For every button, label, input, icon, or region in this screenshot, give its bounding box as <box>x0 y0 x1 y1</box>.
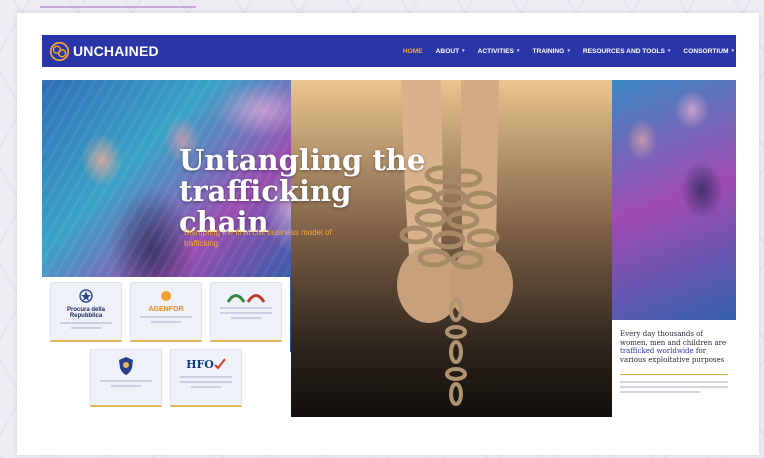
partner-card[interactable]: AGENFOR <box>130 282 202 342</box>
nav-item-training[interactable]: TRAINING ▾ <box>532 48 569 55</box>
arches-logo-icon <box>226 294 266 303</box>
divider <box>620 374 728 375</box>
police-shield-icon <box>119 357 133 375</box>
navbar: UNCHAINED HOME ABOUT ▾ ACTIVITIES ▾ TRAINING ▾… <box>42 35 736 67</box>
partner-name: AGENFOR <box>148 306 184 313</box>
main-nav: HOME ABOUT ▾ ACTIVITIES ▾ TRAINING ▾ RESOURCES … <box>403 35 734 67</box>
hero-title-line1: Untangling the <box>179 143 426 177</box>
chain-logo-icon <box>49 41 70 61</box>
nav-item-about[interactable]: ABOUT ▾ <box>436 48 465 55</box>
hero-banner: Untangling the trafficking chain Disrupt… <box>42 67 736 417</box>
chevron-down-icon: ▾ <box>731 48 734 54</box>
checkmark-icon <box>214 358 226 370</box>
partner-card[interactable]: HFO <box>170 349 242 407</box>
hero-title: Untangling the trafficking chain <box>179 145 439 238</box>
agenfor-logo-icon <box>161 291 171 301</box>
emblem-icon <box>79 289 93 303</box>
chevron-down-icon: ▾ <box>516 48 520 54</box>
hero-subtitle: Disrupting the financial business model … <box>184 228 332 248</box>
top-strip-decoration <box>40 0 196 8</box>
partner-card[interactable] <box>90 349 162 407</box>
info-text: Every day thousands of women, men and ch… <box>620 330 727 364</box>
nav-item-consortium[interactable]: CONSORTIUM ▾ <box>683 48 734 55</box>
crowd-photo-right <box>612 80 736 320</box>
nav-item-home[interactable]: HOME <box>403 48 423 55</box>
chevron-down-icon: ▾ <box>462 48 465 54</box>
chevron-down-icon: ▾ <box>567 48 570 54</box>
hfo-logo-icon: HFO <box>186 357 214 371</box>
partners-panel: Procura della Repubblica AGENFOR HFO <box>42 277 290 417</box>
info-panel: Every day thousands of women, men and ch… <box>612 320 736 417</box>
brand-name: UNCHAINED <box>73 43 159 59</box>
chained-hands-photo <box>291 80 612 417</box>
chevron-down-icon: ▾ <box>667 48 671 54</box>
partner-card[interactable]: Procura della Repubblica <box>50 282 122 342</box>
info-highlight: trafficked worldwide <box>620 347 694 355</box>
nav-item-resources-and-tools[interactable]: RESOURCES AND TOOLS ▾ <box>583 48 671 55</box>
nav-item-activities[interactable]: ACTIVITIES ▾ <box>478 48 520 55</box>
partner-card[interactable] <box>210 282 282 342</box>
partner-name: Procura della Repubblica <box>66 307 105 319</box>
site-logo[interactable]: UNCHAINED <box>49 40 159 62</box>
